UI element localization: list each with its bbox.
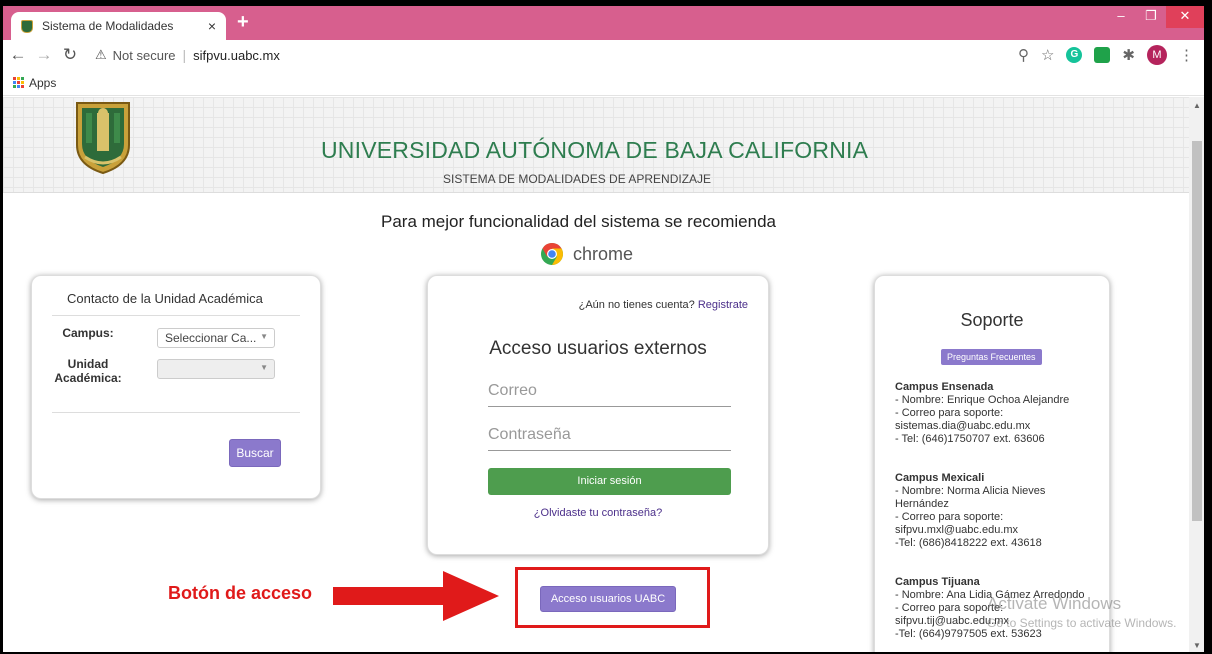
grammarly-extension-icon[interactable]: G <box>1066 47 1083 63</box>
reload-icon[interactable]: ↻ <box>59 45 81 65</box>
unit-label-line-2: Académica: <box>54 371 122 385</box>
contact-line: sistemas.dia@uabc.edu.mx <box>895 420 1031 432</box>
bookmarks-bar: Apps <box>3 70 1204 96</box>
scroll-up-icon[interactable]: ▲ <box>1193 101 1201 110</box>
chevron-down-icon: ▼ <box>260 363 268 372</box>
menu-kebab-icon[interactable]: ⋮ <box>1179 46 1194 64</box>
shield-extension-icon[interactable] <box>1094 47 1111 63</box>
contact-line: - Correo para soporte: <box>895 511 1004 523</box>
security-status[interactable]: Not secure <box>113 48 176 63</box>
browser-toolbar: ← → ↻ ⚠ Not secure | sifpvu.uabc.mx ⚲ ☆ … <box>3 40 1204 70</box>
page-header: UNIVERSIDAD AUTÓNOMA DE BAJA CALIFORNIA … <box>3 97 1189 193</box>
apps-grid-icon[interactable] <box>13 77 24 88</box>
watermark-subtitle: Go to Settings to activate Windows. <box>987 616 1177 630</box>
annotation-arrow-icon <box>333 571 499 621</box>
login-button[interactable]: Iniciar sesión <box>488 468 731 495</box>
campus-contact-mexicali: Campus Mexicali - Nombre: Norma Alicia N… <box>895 472 1095 550</box>
campus-label: Campus: <box>62 326 114 340</box>
password-field[interactable]: Contraseña <box>488 423 731 451</box>
chevron-down-icon: ▼ <box>260 332 268 341</box>
contact-line: - Nombre: Norma Alicia Nieves <box>895 485 1046 497</box>
campus-name: Campus Ensenada <box>895 381 994 393</box>
system-subtitle: SISTEMA DE MODALIDADES DE APRENDIZAJE <box>443 172 712 186</box>
browser-window: Sistema de Modalidades × + – ❐ ✕ ← → ↻ ⚠… <box>3 6 1204 652</box>
support-title: Soporte <box>960 310 1024 330</box>
campus-name: Campus Mexicali <box>895 472 985 484</box>
university-title: UNIVERSIDAD AUTÓNOMA DE BAJA CALIFORNIA <box>321 137 869 163</box>
no-account-text: ¿Aún no tienes cuenta? <box>578 299 695 311</box>
contact-card: Contacto de la Unidad Académica Campus: … <box>31 275 321 499</box>
warning-icon[interactable]: ⚠ <box>95 47 107 63</box>
contact-line: - Tel: (646)1750707 ext. 63606 <box>895 433 1045 445</box>
apps-bookmark[interactable]: Apps <box>29 76 56 90</box>
tab-strip: Sistema de Modalidades × + – ❐ ✕ <box>3 6 1204 40</box>
windows-activation-watermark: Activate Windows Go to Settings to activ… <box>987 594 1176 630</box>
unit-label-line-1: Unidad <box>67 357 109 371</box>
profile-avatar[interactable]: M <box>1147 45 1167 65</box>
campus-name: Campus Tijuana <box>895 576 980 588</box>
campus-select[interactable]: Seleccionar Ca... ▼ <box>157 328 275 348</box>
watermark-title: Activate Windows <box>987 594 1122 613</box>
maximize-icon[interactable]: ❐ <box>1136 6 1166 28</box>
campus-contact-ensenada: Campus Ensenada - Nombre: Enrique Ochoa … <box>895 381 1095 446</box>
email-field[interactable]: Correo <box>488 379 731 407</box>
uabc-favicon-icon <box>21 19 33 33</box>
contact-line: - Nombre: Enrique Ochoa Alejandre <box>895 394 1070 406</box>
external-login-card: ¿Aún no tienes cuenta? Registrate Acceso… <box>427 275 769 555</box>
toolbar-actions: ⚲ ☆ G ✱ M ⋮ <box>1018 45 1194 65</box>
recommendation-text: Para mejor funcionalidad del sistema se … <box>381 212 776 231</box>
divider <box>52 412 300 413</box>
close-tab-icon[interactable]: × <box>208 18 216 34</box>
contact-line: Hernández <box>895 498 949 510</box>
register-link[interactable]: Registrate <box>698 299 748 311</box>
contact-line: sifpvu.mxl@uabc.edu.mx <box>895 524 1019 536</box>
chrome-logo-icon <box>541 243 563 265</box>
puzzle-extensions-icon[interactable]: ✱ <box>1122 46 1135 64</box>
scrollbar-thumb[interactable] <box>1192 141 1202 521</box>
tab-title: Sistema de Modalidades <box>42 19 174 33</box>
window-controls: – ❐ ✕ <box>1106 6 1204 28</box>
bookmark-star-icon[interactable]: ☆ <box>1041 46 1054 64</box>
login-title: Acceso usuarios externos <box>489 338 707 359</box>
contact-line: - Correo para soporte: <box>895 407 1004 419</box>
address-bar[interactable]: sifpvu.uabc.mx <box>193 48 280 63</box>
minimize-icon[interactable]: – <box>1106 6 1136 28</box>
search-button[interactable]: Buscar <box>229 439 281 467</box>
new-tab-button[interactable]: + <box>237 11 249 34</box>
highlight-box <box>515 567 710 628</box>
campus-select-value: Seleccionar Ca... <box>165 331 257 345</box>
annotation-label: Botón de acceso <box>168 583 313 603</box>
url-separator: | <box>182 47 187 63</box>
faq-button[interactable]: Preguntas Frecuentes <box>941 349 1042 365</box>
page-viewport: UNIVERSIDAD AUTÓNOMA DE BAJA CALIFORNIA … <box>3 97 1189 652</box>
signup-prompt: ¿Aún no tienes cuenta? Registrate <box>579 299 748 311</box>
divider <box>52 315 300 316</box>
close-window-icon[interactable]: ✕ <box>1166 6 1204 28</box>
forgot-password-link[interactable]: ¿Olvidaste tu contraseña? <box>428 507 768 519</box>
forward-arrow-icon[interactable]: → <box>33 45 55 65</box>
contact-title: Contacto de la Unidad Académica <box>67 291 263 306</box>
unit-label: Unidad Académica: <box>48 357 128 385</box>
uabc-seal-logo <box>76 102 130 175</box>
zoom-icon[interactable]: ⚲ <box>1018 46 1029 64</box>
chrome-recommendation: chrome <box>540 242 633 266</box>
back-arrow-icon[interactable]: ← <box>7 45 29 65</box>
browser-tab[interactable]: Sistema de Modalidades × <box>11 12 226 40</box>
vertical-scrollbar[interactable]: ▲ ▼ <box>1189 97 1204 652</box>
chrome-label: chrome <box>573 243 634 264</box>
academic-unit-select[interactable]: ▼ <box>157 359 275 379</box>
contact-line: -Tel: (686)8418222 ext. 43618 <box>895 537 1042 549</box>
scroll-down-icon[interactable]: ▼ <box>1193 641 1201 650</box>
